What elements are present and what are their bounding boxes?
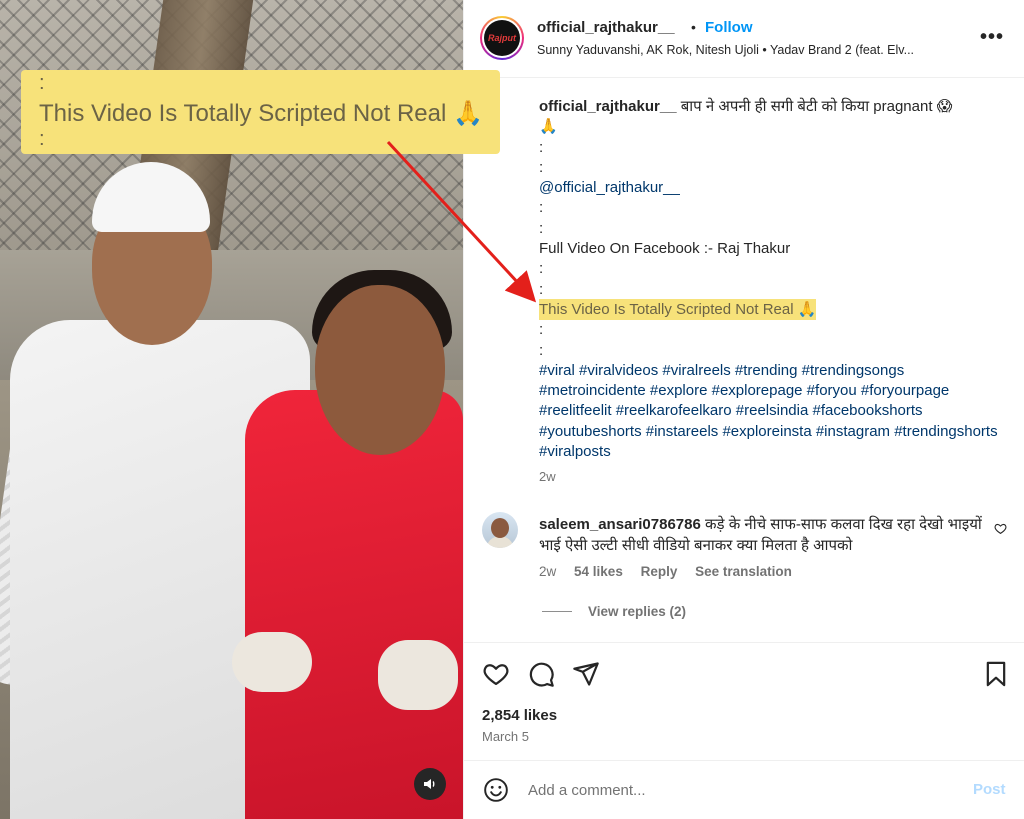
caption-separator: : (539, 280, 544, 298)
comment-body: saleem_ansari0786786 कड़े के नीचे साफ-सा… (539, 514, 984, 556)
speaker-icon (424, 779, 435, 789)
mute-toggle-button[interactable] (414, 768, 446, 800)
post-date: March 5 (482, 729, 529, 744)
video-text-overlay: : This Video Is Totally Scripted Not Rea… (21, 70, 500, 154)
post-detail-panel: Rajput official_rajthakur__ • Follow Sun… (463, 0, 1024, 819)
author-username[interactable]: official_rajthakur__ (537, 19, 675, 36)
commenter-avatar[interactable] (482, 512, 518, 548)
caption-separator: : (539, 260, 544, 278)
comment-timestamp: 2w (539, 564, 557, 579)
likes-count[interactable]: 2,854 likes (482, 707, 557, 724)
caption-full-video-note: Full Video On Facebook :- Raj Thakur (539, 240, 791, 258)
caption-separator: : (539, 158, 544, 176)
post-header: Rajput official_rajthakur__ • Follow Sun… (464, 0, 1024, 78)
caption-separator: : (539, 341, 544, 359)
caption-separator: : (539, 138, 544, 156)
add-comment-bar: Post (464, 760, 1024, 819)
caption-username[interactable]: official_rajthakur__ (539, 98, 677, 115)
girl-face (315, 285, 445, 455)
caption-emoji-line: 🙏 (539, 118, 558, 136)
follow-button[interactable]: Follow (705, 19, 753, 36)
overlay-separator-top: : (39, 72, 45, 94)
bookmark-icon[interactable] (982, 660, 1010, 688)
post-comment-button[interactable]: Post (973, 781, 1006, 798)
emoji-icon[interactable] (483, 777, 509, 803)
reply-button[interactable]: Reply (641, 564, 678, 579)
caption-hashtags[interactable]: #viral #viralvideos #viralreels #trendin… (539, 361, 1009, 462)
comment-icon[interactable] (527, 660, 555, 688)
comment-likes[interactable]: 54 likes (574, 564, 623, 579)
heart-icon[interactable] (482, 660, 510, 688)
header-separator: • (691, 19, 696, 35)
author-avatar[interactable]: Rajput (480, 16, 524, 60)
caption-separator: : (539, 199, 544, 217)
view-replies-button[interactable]: View replies (2) (588, 604, 686, 619)
girl-cuff-right (378, 640, 458, 710)
overlay-separator-bottom: : (39, 128, 45, 150)
caption-separator: : (539, 219, 544, 237)
post-caption: official_rajthakur__ बाप ने अपनी ही सगी … (539, 97, 1009, 462)
caption-separator: : (539, 321, 544, 339)
caption-disclaimer-highlight: This Video Is Totally Scripted Not Real … (539, 298, 817, 320)
girl-figure (245, 390, 463, 819)
more-options-icon[interactable]: ••• (980, 26, 1004, 49)
comment-input[interactable] (528, 777, 948, 803)
post-actions: 2,854 likes March 5 (464, 642, 1024, 762)
commenter-username[interactable]: saleem_ansari0786786 (539, 516, 701, 533)
author-avatar-logo: Rajput (484, 20, 520, 56)
audio-track-link[interactable]: Sunny Yaduvanshi, AK Rok, Nitesh Ujoli •… (537, 43, 914, 57)
see-translation-button[interactable]: See translation (695, 564, 792, 579)
caption-timestamp: 2w (539, 469, 556, 484)
share-icon[interactable] (572, 660, 600, 688)
comment-meta: 2w 54 likes Reply See translation (539, 564, 806, 579)
overlay-disclaimer-text: This Video Is Totally Scripted Not Real … (39, 100, 483, 127)
small-heart-icon[interactable] (994, 522, 1007, 535)
girl-cuff-left (232, 632, 312, 692)
caption-mention-link[interactable]: @official_rajthakur__ (539, 178, 1009, 198)
caption-title: बाप ने अपनी ही सगी बेटी को किया pragnant… (680, 98, 953, 115)
replies-divider (542, 611, 572, 612)
